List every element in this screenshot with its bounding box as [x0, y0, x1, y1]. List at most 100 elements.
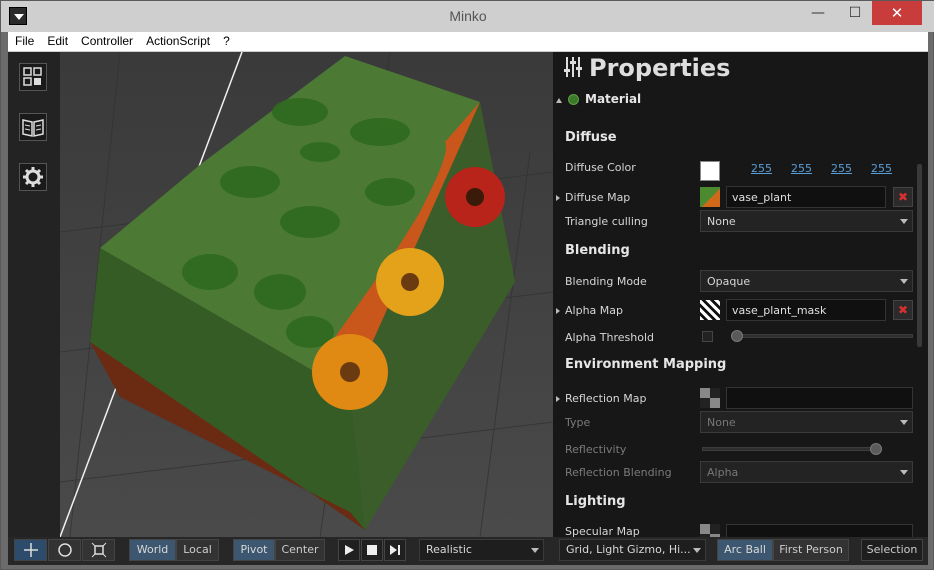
- rotate-icon: [57, 543, 72, 557]
- scene-graph-button[interactable]: [19, 63, 47, 91]
- diffuse-map-thumbnail[interactable]: [700, 187, 720, 207]
- step-button[interactable]: [384, 539, 406, 561]
- triangle-culling-select[interactable]: None: [700, 210, 913, 232]
- dropdown-arrow-icon: [900, 420, 908, 425]
- first-person-button[interactable]: First Person: [773, 539, 849, 561]
- move-arrows-icon: [23, 543, 38, 557]
- material-row[interactable]: Material: [553, 90, 913, 114]
- render-mode-value: Realistic: [426, 543, 472, 556]
- specular-map-row: Specular Map: [553, 520, 913, 537]
- diffuse-map-row: Diffuse Map vase_plant ✖: [553, 186, 913, 210]
- menu-actionscript[interactable]: ActionScript: [139, 32, 216, 48]
- menu-help[interactable]: ?: [216, 32, 236, 48]
- expand-arrow-icon[interactable]: [556, 396, 560, 402]
- reflection-map-thumbnail[interactable]: [700, 388, 720, 408]
- scene-render: [60, 52, 553, 537]
- specular-map-field[interactable]: [726, 524, 913, 537]
- reflectivity-knob[interactable]: [870, 443, 882, 455]
- reflection-map-field[interactable]: [726, 387, 913, 409]
- blending-mode-row: Blending Mode Opaque: [553, 270, 913, 294]
- book-icon: [22, 119, 44, 137]
- local-space-button[interactable]: Local: [176, 539, 219, 561]
- diffuse-color-swatch[interactable]: [700, 161, 720, 181]
- color-b[interactable]: 255: [831, 162, 852, 175]
- title-bar: Minko — ☐ ✕: [1, 1, 934, 32]
- scene-graph-icon: [23, 67, 42, 86]
- maximize-button[interactable]: ☐: [838, 1, 872, 25]
- triangle-culling-row: Triangle culling None: [553, 210, 913, 234]
- close-button[interactable]: ✕: [872, 1, 922, 25]
- blending-mode-value: Opaque: [707, 275, 751, 288]
- sliders-icon: [564, 57, 582, 77]
- reflection-map-label: Reflection Map: [565, 392, 647, 405]
- play-icon: [345, 545, 354, 555]
- dropdown-arrow-icon: [900, 279, 908, 284]
- reflection-blending-row: Reflection Blending Alpha: [553, 461, 913, 485]
- triangle-culling-value: None: [707, 215, 736, 228]
- color-a[interactable]: 255: [871, 162, 892, 175]
- play-button[interactable]: [338, 539, 360, 561]
- menu-controller[interactable]: Controller: [74, 32, 139, 48]
- alpha-threshold-slider[interactable]: [731, 334, 913, 338]
- display-options-value: Grid, Light Gizmo, Hi...: [566, 543, 691, 556]
- blending-mode-label: Blending Mode: [565, 275, 647, 288]
- expand-arrow-icon[interactable]: [556, 308, 560, 314]
- translate-tool-button[interactable]: [14, 539, 47, 561]
- collapse-arrow-icon[interactable]: [556, 98, 562, 103]
- reflection-blending-label: Reflection Blending: [565, 466, 672, 479]
- arc-ball-button[interactable]: Arc Ball: [717, 539, 773, 561]
- expand-arrow-icon[interactable]: [556, 195, 560, 201]
- selection-button[interactable]: Selection: [861, 539, 923, 561]
- diffuse-color-label: Diffuse Color: [565, 161, 636, 174]
- rotate-tool-button[interactable]: [48, 539, 81, 561]
- reflectivity-slider[interactable]: [702, 447, 882, 451]
- color-r[interactable]: 255: [751, 162, 772, 175]
- reflection-blending-value: Alpha: [707, 466, 739, 479]
- stop-icon: [367, 545, 377, 555]
- menu-file[interactable]: File: [8, 32, 40, 48]
- alpha-map-thumbnail[interactable]: [700, 300, 720, 320]
- scale-icon: [91, 542, 106, 558]
- alpha-map-field[interactable]: vase_plant_mask: [726, 299, 886, 321]
- properties-panel: Properties Material Diffuse Diffuse Colo…: [553, 52, 928, 537]
- remove-diffuse-map-button[interactable]: ✖: [893, 187, 913, 207]
- specular-map-label: Specular Map: [565, 525, 640, 537]
- reflection-blending-select[interactable]: Alpha: [700, 461, 913, 483]
- type-value: None: [707, 416, 736, 429]
- library-button[interactable]: [19, 113, 47, 141]
- section-environment-mapping: Environment Mapping: [565, 357, 727, 372]
- center-button[interactable]: Center: [275, 539, 325, 561]
- app-window: Minko — ☐ ✕ File Edit Controller ActionScri…: [0, 0, 934, 570]
- alpha-threshold-row: Alpha Threshold: [553, 326, 913, 350]
- remove-alpha-map-button[interactable]: ✖: [893, 300, 913, 320]
- specular-map-thumbnail[interactable]: [700, 524, 720, 537]
- section-lighting: Lighting: [565, 494, 626, 509]
- color-g[interactable]: 255: [791, 162, 812, 175]
- type-select[interactable]: None: [700, 411, 913, 433]
- pivot-button[interactable]: Pivot: [233, 539, 275, 561]
- render-mode-select[interactable]: Realistic: [419, 539, 544, 561]
- alpha-threshold-knob[interactable]: [731, 330, 743, 342]
- stop-button[interactable]: [361, 539, 383, 561]
- step-forward-icon: [390, 545, 400, 555]
- section-diffuse: Diffuse: [565, 130, 617, 145]
- settings-button[interactable]: [19, 163, 47, 191]
- scale-tool-button[interactable]: [82, 539, 115, 561]
- alpha-map-label: Alpha Map: [565, 304, 623, 317]
- dropdown-arrow-icon: [900, 470, 908, 475]
- properties-scrollbar[interactable]: [917, 164, 922, 347]
- minimize-button[interactable]: —: [801, 1, 835, 25]
- world-space-button[interactable]: World: [129, 539, 176, 561]
- diffuse-map-field[interactable]: vase_plant: [726, 186, 886, 208]
- menu-edit[interactable]: Edit: [40, 32, 74, 48]
- 3d-viewport[interactable]: [60, 52, 553, 537]
- alpha-threshold-checkbox[interactable]: [702, 331, 713, 342]
- bottom-toolbar: World Local Pivot Center Realistic Grid,…: [8, 537, 928, 565]
- type-row: Type None: [553, 411, 913, 435]
- display-options-select[interactable]: Grid, Light Gizmo, Hi...: [559, 539, 706, 561]
- menu-bar: File Edit Controller ActionScript?: [8, 32, 928, 52]
- blending-mode-select[interactable]: Opaque: [700, 270, 913, 292]
- alpha-threshold-label: Alpha Threshold: [565, 331, 654, 344]
- properties-title: Properties: [589, 54, 731, 82]
- properties-header: Properties: [563, 54, 730, 82]
